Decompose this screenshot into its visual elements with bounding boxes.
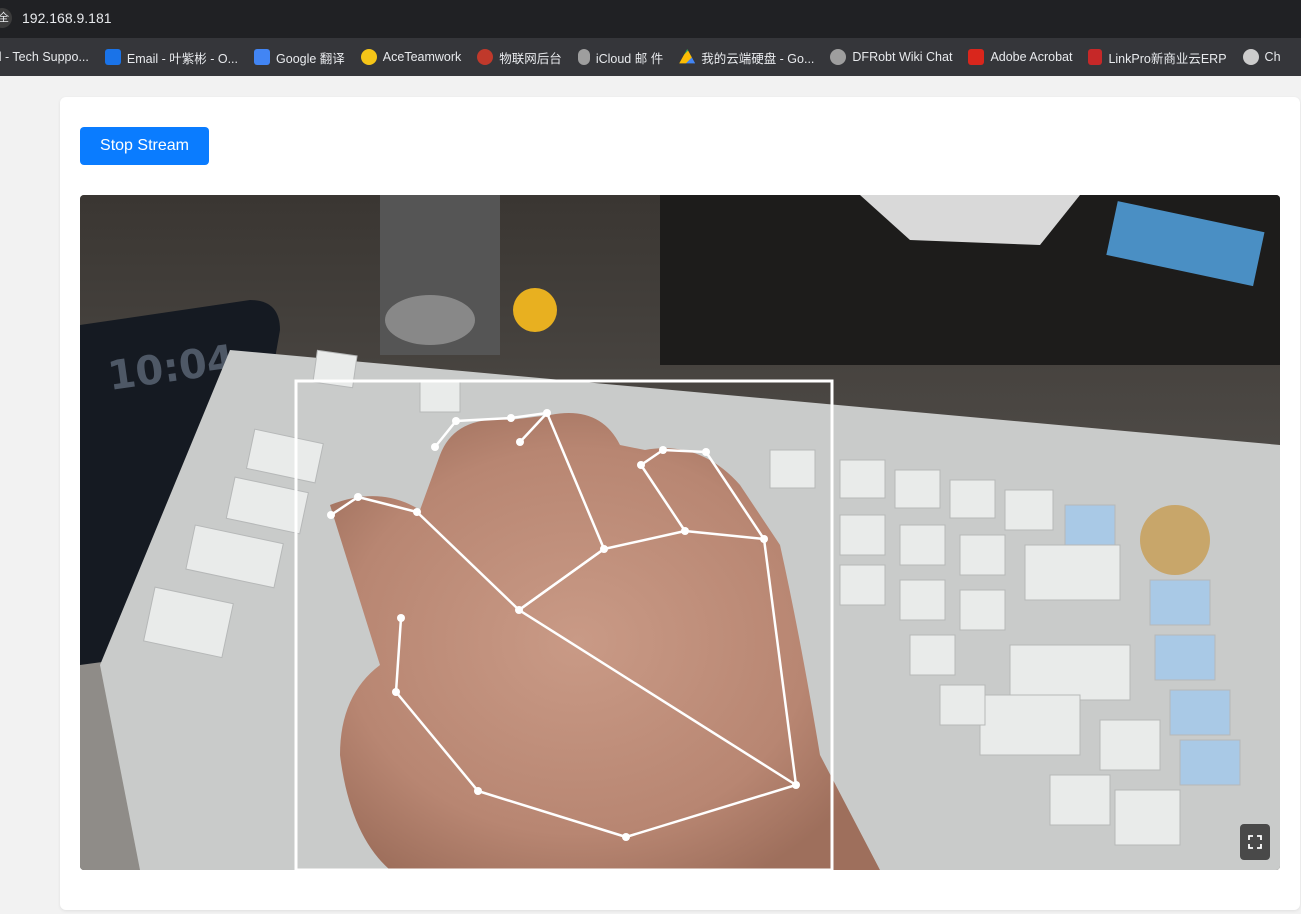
bookmark-google-translate[interactable]: Google 翻译 — [254, 48, 345, 67]
aceteamwork-icon — [360, 49, 377, 65]
fullscreen-button[interactable] — [1240, 824, 1270, 860]
site-info-icon[interactable]: 全 — [0, 8, 12, 28]
bookmark-label: DFRobt Wiki Chat — [852, 50, 953, 64]
bookmark-linkpro[interactable]: LinkPro新商业云ERP — [1088, 48, 1227, 67]
address-bar[interactable]: 全 192.168.9.181 — [0, 0, 1301, 38]
bookmark-label: iCloud 邮 件 — [595, 51, 664, 66]
bookmark-label: 我的云端硬盘 - Go... — [701, 51, 815, 66]
bookmark-label: Adobe Acrobat — [990, 50, 1073, 64]
bookmark-label: Ch — [1264, 50, 1281, 64]
bookmark-label: LinkPro新商业云ERP — [1108, 51, 1227, 66]
bookmark-tech-support[interactable]: il - Tech Suppo... — [0, 50, 89, 64]
globe-icon — [830, 49, 847, 65]
bookmark-label: il - Tech Suppo... — [0, 50, 89, 64]
bookmark-icloud-mail[interactable]: iCloud 邮 件 — [577, 48, 664, 67]
stop-stream-button[interactable]: Stop Stream — [80, 127, 209, 165]
outlook-icon — [104, 49, 121, 65]
bookmark-label: Email - 叶紫彬 - O... — [126, 51, 239, 66]
video-stream[interactable]: 10:04 — [80, 195, 1280, 870]
url-text[interactable]: 192.168.9.181 — [22, 10, 112, 26]
bookmark-label: 物联网后台 — [499, 51, 562, 66]
stand-foot — [385, 295, 475, 345]
bookmark-email[interactable]: Email - 叶紫彬 - O... — [104, 48, 239, 67]
yellow-button — [513, 288, 557, 332]
acrobat-icon — [968, 49, 985, 65]
bookmark-label: AceTeamwork — [382, 50, 462, 64]
bookmark-dfrobot-wiki[interactable]: DFRobt Wiki Chat — [830, 49, 952, 65]
bookmark-adobe-acrobat[interactable]: Adobe Acrobat — [968, 49, 1072, 65]
stream-card: Stop Stream 10:04 — [60, 97, 1300, 910]
fullscreen-icon — [1248, 835, 1262, 849]
bookmark-label: Google 翻译 — [276, 51, 345, 66]
bookmarks-bar: il - Tech Suppo... Email - 叶紫彬 - O... Go… — [0, 38, 1301, 76]
apple-icon — [577, 49, 590, 65]
google-translate-icon — [254, 49, 271, 65]
bookmark-google-drive[interactable]: 我的云端硬盘 - Go... — [679, 48, 814, 67]
google-drive-icon — [679, 49, 696, 64]
bookmark-iot-admin[interactable]: 物联网后台 — [477, 48, 562, 67]
chatgpt-icon — [1242, 49, 1259, 65]
camera-frame: 10:04 — [80, 195, 1280, 870]
bookmark-aceteamwork[interactable]: AceTeamwork — [360, 49, 462, 65]
linkpro-icon — [1088, 49, 1103, 65]
bookmark-chatgpt[interactable]: Ch — [1242, 49, 1281, 65]
iot-icon — [477, 49, 494, 65]
rotary-knob — [1140, 505, 1210, 575]
